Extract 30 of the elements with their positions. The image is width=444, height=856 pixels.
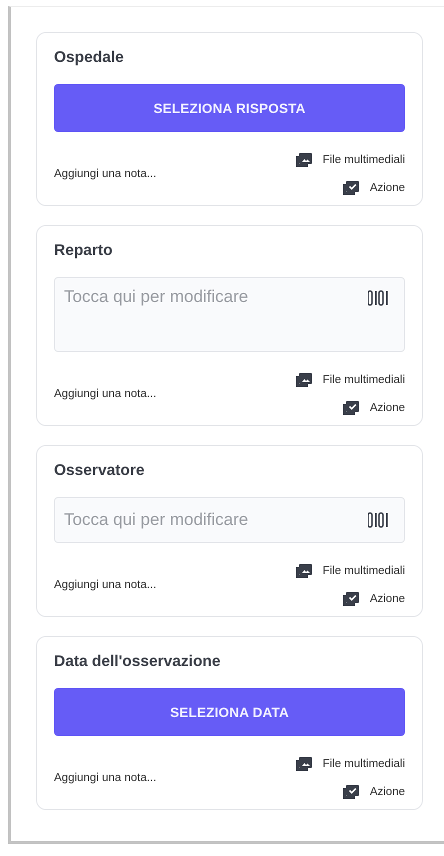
action-link[interactable]: File multimediali (322, 565, 405, 577)
note-link[interactable]: Aggiungi una nota... (54, 579, 156, 591)
media-icon[interactable] (296, 373, 312, 387)
action-link[interactable]: File multimediali (322, 758, 405, 770)
placeholder-text: Tocca qui per modificare (64, 510, 248, 530)
checkbox-icon[interactable] (342, 401, 359, 415)
action-link[interactable]: Azione (370, 182, 405, 194)
checkbox-icon[interactable] (342, 181, 359, 195)
select-button[interactable]: SELEZIONA DATA (54, 688, 405, 736)
checkbox-icon[interactable] (342, 785, 359, 799)
media-icon[interactable] (296, 564, 312, 578)
media-icon[interactable] (296, 153, 312, 167)
placeholder-text: Tocca qui per modificare (64, 287, 248, 307)
media-icon[interactable] (296, 757, 312, 771)
action-link[interactable]: File multimediali (322, 154, 405, 166)
barcode-icon[interactable] (368, 512, 388, 528)
note-link[interactable]: Aggiungi una nota... (54, 388, 156, 400)
question-title: Osservatore (54, 461, 146, 481)
action-link[interactable]: Azione (370, 786, 405, 798)
question-title: Reparto (54, 241, 114, 261)
action-link[interactable]: Azione (370, 593, 405, 605)
note-link[interactable]: Aggiungi una nota... (54, 168, 156, 180)
select-button[interactable]: SELEZIONA RISPOSTA (54, 84, 405, 132)
action-link[interactable]: Azione (370, 402, 405, 414)
question-title: Data dell'osservazione (54, 652, 222, 672)
checkbox-icon[interactable] (342, 592, 359, 606)
question-title: Ospedale (54, 48, 125, 68)
note-link[interactable]: Aggiungi una nota... (54, 772, 156, 784)
action-link[interactable]: File multimediali (322, 374, 405, 386)
barcode-icon[interactable] (368, 290, 388, 306)
